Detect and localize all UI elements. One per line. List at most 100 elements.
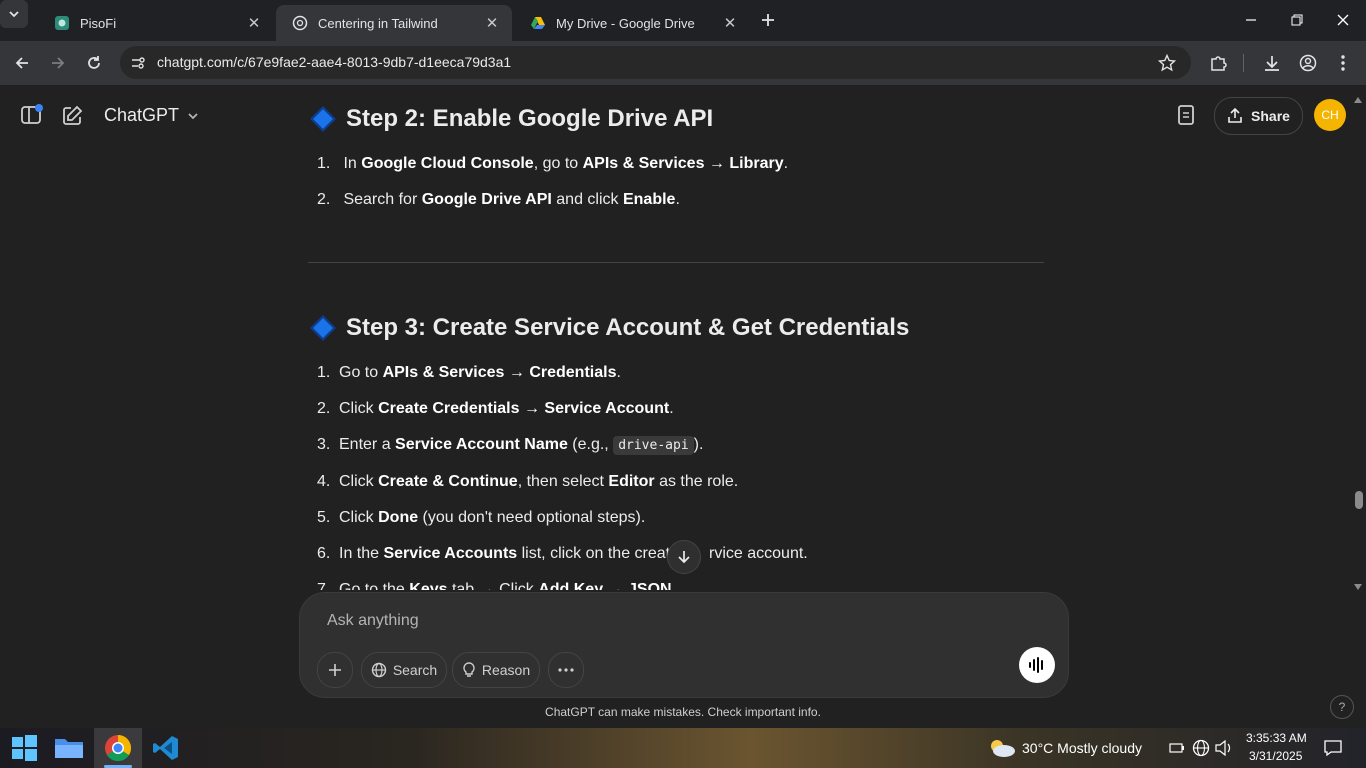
start-button[interactable]: [0, 728, 48, 768]
scroll-down-arrow-icon[interactable]: [1353, 578, 1363, 596]
tab-google-drive[interactable]: My Drive - Google Drive ✕: [514, 5, 750, 41]
bold-text: Keys: [409, 581, 448, 590]
scroll-to-bottom-button[interactable]: [667, 540, 701, 574]
bold-text: Google Drive API: [421, 191, 552, 208]
weather-widget[interactable]: 30°C Mostly cloudy: [1022, 740, 1142, 756]
attach-button[interactable]: [317, 652, 353, 688]
list-item: 6. In the Service Accounts list, click on…: [317, 545, 808, 563]
tab-pisofi[interactable]: PisoFi ✕: [38, 5, 274, 41]
restore-button[interactable]: [1274, 0, 1320, 40]
bold-text: Create & Continue: [378, 473, 518, 490]
battery-icon[interactable]: [1169, 741, 1185, 760]
list-number: 2.: [317, 400, 331, 417]
close-tab-icon[interactable]: ✕: [718, 14, 742, 32]
back-button[interactable]: [10, 51, 34, 75]
extensions-button[interactable]: [1206, 51, 1230, 75]
share-button[interactable]: Share: [1214, 97, 1303, 135]
step2-title: Step 2: Enable Google Drive API: [346, 105, 714, 132]
taskbar-chrome-app[interactable]: [94, 728, 142, 768]
list-item: 2. Click Create Credentials → Service Acc…: [317, 400, 674, 418]
model-selector[interactable]: ChatGPT: [104, 105, 199, 126]
site-settings-icon[interactable]: [130, 55, 146, 76]
downloads-button[interactable]: [1260, 51, 1284, 75]
text: , then select: [517, 473, 609, 490]
help-button[interactable]: ?: [1330, 695, 1354, 719]
list-item: 1. In Google Cloud Console, go to APIs &…: [317, 155, 788, 173]
bold-text: Editor: [608, 473, 655, 490]
new-tab-button[interactable]: [757, 8, 779, 32]
list-number: 6.: [317, 545, 331, 562]
profile-icon: [1299, 54, 1317, 72]
tab-centering-in-tailwind[interactable]: Centering in Tailwind ✕: [276, 5, 512, 41]
arrow-left-icon: [15, 57, 28, 69]
arrow-down-icon: [678, 551, 690, 564]
composer[interactable]: Ask anything Search Reason: [299, 592, 1069, 698]
inline-code: drive-api: [613, 436, 694, 455]
list-item: 1. Go to APIs & Services → Credentials.: [317, 364, 621, 382]
clipped-row-container: 7. Go to the Keys tab → Click Add Key → J…: [300, 578, 1068, 590]
address-bar[interactable]: chatgpt.com/c/67e9fae2-aae4-8013-9db7-d1…: [120, 46, 1191, 79]
new-chat-button[interactable]: [61, 105, 83, 132]
waveform-icon: [1029, 657, 1043, 673]
vscode-icon: [153, 736, 178, 760]
profile-button[interactable]: [1296, 51, 1320, 75]
sidebar-toggle-button[interactable]: [20, 104, 44, 131]
bold-text: Create Credentials → Service Account: [378, 400, 670, 417]
tab-title: Centering in Tailwind: [318, 15, 438, 31]
step3-title: Step 3: Create Service Account & Get Cre…: [346, 314, 910, 341]
lightbulb-icon: [463, 662, 475, 677]
restore-icon: [1291, 14, 1303, 26]
bold-text: Google Cloud Console: [361, 155, 534, 172]
network-globe-icon[interactable]: [1192, 739, 1210, 762]
reload-button[interactable]: [82, 51, 106, 75]
bold-text: APIs & Services → Credentials: [382, 364, 617, 381]
bold-text: Service Accounts: [383, 545, 518, 562]
scrollbar-thumb[interactable]: [1355, 491, 1363, 509]
more-tools-button[interactable]: [548, 652, 584, 688]
close-tab-icon[interactable]: ✕: [242, 14, 266, 32]
share-icon: [1228, 108, 1242, 123]
tab-search-button[interactable]: [0, 0, 28, 28]
notifications-icon[interactable]: [1323, 739, 1343, 762]
disclaimer: ChatGPT can make mistakes. Check importa…: [545, 705, 821, 719]
volume-icon[interactable]: [1215, 739, 1233, 761]
text: In the: [339, 545, 384, 562]
canvas-button[interactable]: [1175, 104, 1197, 131]
search-button[interactable]: Search: [361, 652, 447, 688]
text: Search for: [343, 191, 422, 208]
minimize-button[interactable]: [1228, 0, 1274, 40]
text: Click: [339, 473, 379, 490]
text: In: [343, 155, 362, 172]
voice-mode-button[interactable]: [1019, 647, 1055, 683]
prompt-input[interactable]: Ask anything: [327, 612, 419, 630]
google-drive-icon: [530, 15, 546, 31]
edit-icon: [63, 105, 83, 125]
globe-icon: [371, 662, 387, 678]
clock-date[interactable]: 3/31/2025: [1249, 749, 1302, 763]
clock-time[interactable]: 3:35:33 AM: [1246, 731, 1307, 745]
taskbar-files-app[interactable]: [45, 728, 93, 768]
text: .: [616, 364, 621, 381]
list-item: 4. Click Create & Continue, then select E…: [317, 473, 738, 491]
list-number: 7.: [317, 581, 331, 590]
reason-button[interactable]: Reason: [452, 652, 540, 688]
bookmark-star-icon[interactable]: [1157, 53, 1177, 77]
avatar[interactable]: CH: [1314, 99, 1346, 131]
pisofi-icon: [54, 15, 70, 31]
file-explorer-icon: [55, 739, 83, 758]
diamond-bullet-icon: [310, 106, 336, 132]
forward-button[interactable]: [46, 51, 70, 75]
close-window-button[interactable]: [1320, 0, 1366, 40]
text: ).: [693, 436, 704, 453]
chrome-icon: [105, 734, 132, 762]
tab-title: PisoFi: [80, 15, 117, 31]
browser-menu-button[interactable]: [1331, 51, 1355, 75]
taskbar-vscode-app[interactable]: [142, 728, 190, 768]
reload-icon: [88, 56, 100, 69]
close-tab-icon[interactable]: ✕: [480, 14, 504, 32]
tab-title: My Drive - Google Drive: [556, 15, 695, 31]
arrow-right-icon: [52, 57, 65, 69]
plus-icon: [762, 14, 774, 26]
scroll-up-arrow-icon[interactable]: [1353, 91, 1363, 109]
list-number: 2.: [317, 191, 331, 208]
